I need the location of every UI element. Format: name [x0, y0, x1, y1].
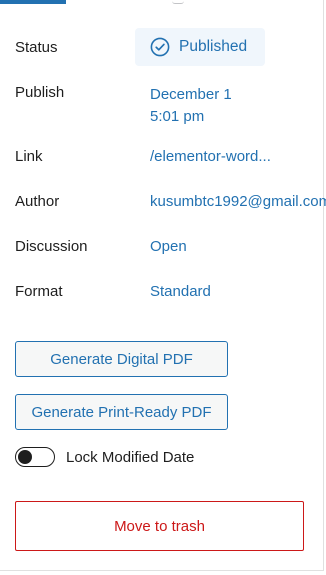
status-button[interactable]: Published: [135, 28, 265, 66]
post-summary-panel: Status Published Publish December 1 5:01…: [0, 0, 326, 571]
lock-modified-date-row: Lock Modified Date: [15, 447, 194, 467]
publish-time: 5:01 pm: [150, 108, 205, 125]
toggle-knob: [18, 450, 32, 464]
publish-label: Publish: [15, 84, 65, 101]
permalink-button[interactable]: /elementor-word...: [150, 148, 271, 165]
publish-date-button[interactable]: December 1 5:01 pm: [150, 84, 232, 128]
tab-edge: [172, 0, 184, 4]
link-label: Link: [15, 148, 43, 165]
move-to-trash-button[interactable]: Move to trash: [15, 501, 304, 551]
generate-print-ready-pdf-button[interactable]: Generate Print-Ready PDF: [15, 394, 228, 430]
status-value: Published: [179, 38, 248, 55]
active-tab-indicator: [0, 0, 66, 4]
publish-date: December 1: [150, 86, 232, 103]
discussion-label: Discussion: [15, 238, 88, 255]
generate-digital-pdf-button[interactable]: Generate Digital PDF: [15, 341, 228, 377]
lock-modified-date-toggle[interactable]: [15, 447, 55, 467]
published-check-icon: [150, 37, 179, 57]
format-label: Format: [15, 283, 63, 300]
author-button[interactable]: kusumbtc1992@gmail.com: [150, 193, 326, 210]
status-label: Status: [15, 39, 58, 56]
format-button[interactable]: Standard: [150, 283, 211, 300]
author-label: Author: [15, 193, 60, 210]
discussion-button[interactable]: Open: [150, 238, 187, 255]
lock-modified-date-label: Lock Modified Date: [66, 448, 195, 466]
